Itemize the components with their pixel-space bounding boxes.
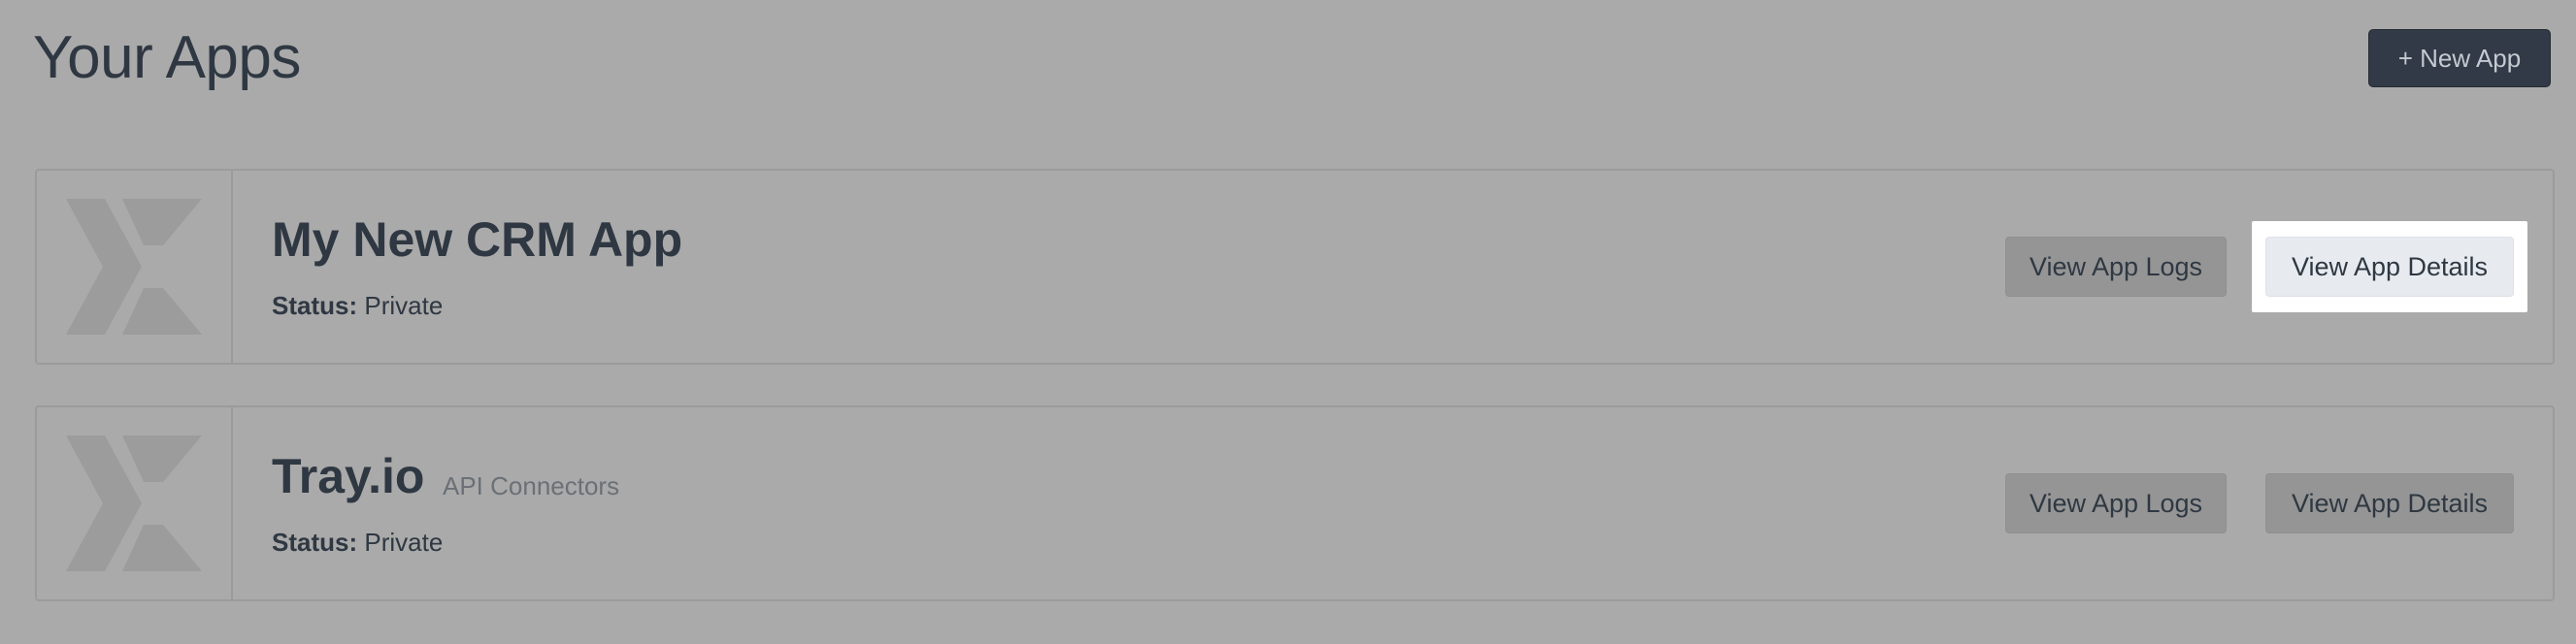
app-logo — [37, 407, 233, 599]
status-value: Private — [364, 528, 444, 557]
new-app-button[interactable]: + New App — [2368, 29, 2551, 87]
status-label: Status: — [272, 291, 358, 320]
app-status: Status: Private — [272, 528, 443, 558]
tray-x-logo-icon — [66, 199, 202, 335]
app-logo — [37, 171, 233, 363]
app-name: Tray.io — [272, 449, 425, 503]
app-status: Status: Private — [272, 291, 443, 321]
app-name: My New CRM App — [272, 212, 683, 267]
page-title: Your Apps — [33, 24, 301, 91]
apps-page: Your Apps + New App My New CRM App Statu… — [0, 0, 2576, 644]
view-app-logs-button[interactable]: View App Logs — [2005, 473, 2227, 533]
app-card-my-new-crm-app: My New CRM App Status: Private View App … — [35, 169, 2555, 365]
status-value: Private — [364, 291, 444, 320]
status-label: Status: — [272, 528, 358, 557]
tray-x-logo-icon — [66, 435, 202, 571]
app-tag: API Connectors — [443, 471, 620, 500]
view-app-details-button[interactable]: View App Details — [2265, 237, 2514, 297]
view-app-logs-button[interactable]: View App Logs — [2005, 237, 2227, 297]
view-app-details-button[interactable]: View App Details — [2265, 473, 2514, 533]
app-card-tray-io: Tray.io API Connectors Status: Private V… — [35, 405, 2555, 601]
